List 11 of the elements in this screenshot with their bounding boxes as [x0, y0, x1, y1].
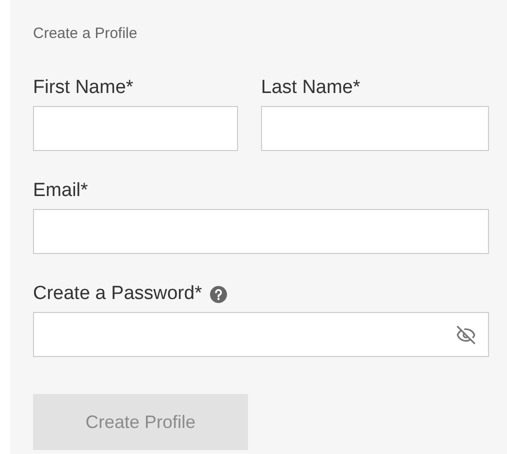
field-label: Email*: [33, 179, 88, 203]
field-label: Create a Password*: [33, 282, 202, 306]
text-field[interactable]: [261, 106, 489, 151]
text-field[interactable]: [33, 106, 238, 151]
help-icon[interactable]: [210, 286, 227, 302]
form-title: Create a Profile: [33, 24, 138, 44]
eye-slash-icon[interactable]: [456, 324, 476, 344]
password-field[interactable]: [33, 312, 489, 357]
field-label: First Name*: [33, 76, 134, 100]
email-field[interactable]: [33, 209, 489, 254]
field-label: Last Name*: [261, 76, 360, 100]
